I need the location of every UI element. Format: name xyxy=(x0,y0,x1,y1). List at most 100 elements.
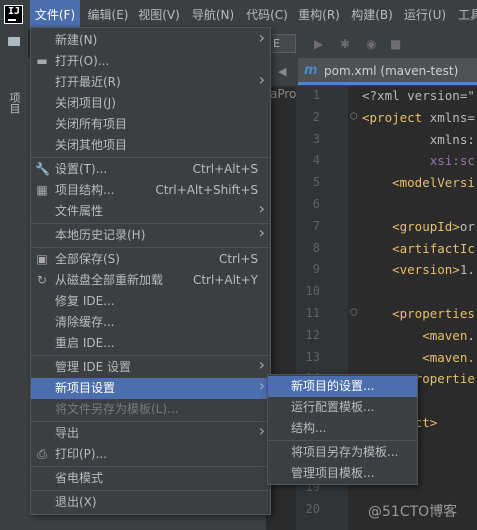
line-number: 8 xyxy=(312,240,320,255)
submenu-item-label: 结构... xyxy=(291,421,327,435)
code-line: <modelVersi xyxy=(362,175,475,190)
menubar-item-6[interactable]: 构建(B) xyxy=(348,0,396,30)
reload-icon: ↻ xyxy=(36,273,48,287)
code-token: or xyxy=(459,218,475,234)
file-menu-item[interactable]: 导出 › xyxy=(31,423,270,444)
menu-item-label: 项目结构... xyxy=(55,183,115,197)
menubar-item-4[interactable]: 代码(C) xyxy=(243,0,291,30)
submenu-item-label: 运行配置模板... xyxy=(291,400,375,414)
file-menu-item[interactable]: ↻ 从磁盘全部重新加载 Ctrl+Alt+Y xyxy=(31,270,270,291)
debug-icon[interactable]: ✱ xyxy=(340,37,350,51)
file-menu-item[interactable]: 管理 IDE 设置 › xyxy=(31,357,270,378)
menubar-item-0[interactable]: 文件(F) xyxy=(30,0,80,30)
submenu-item[interactable]: 结构... xyxy=(268,418,417,439)
menubar-item-5[interactable]: 重构(R) xyxy=(295,0,343,30)
menu-item-label: 管理 IDE 设置 xyxy=(55,360,131,374)
file-menu-item[interactable]: 新建(N) › xyxy=(31,30,270,51)
line-number: 10 xyxy=(305,284,320,299)
folder-open-icon: ▬ xyxy=(36,54,48,68)
line-number: 11 xyxy=(305,306,320,320)
line-number: 6 xyxy=(312,197,320,211)
code-line: xsi:sc xyxy=(362,153,475,168)
stop-icon[interactable]: ■ xyxy=(390,37,401,51)
file-menu-item[interactable]: 🔧 设置(T)... Ctrl+Alt+S xyxy=(31,159,270,180)
chevron-right-icon: › xyxy=(258,70,265,89)
run-icon[interactable]: ▶ xyxy=(314,37,323,51)
fold-marker-icon[interactable]: ⬡ xyxy=(350,308,358,318)
file-menu-item[interactable]: 本地历史记录(H) › xyxy=(31,225,270,246)
menu-item-label: 将文件另存为模板(L)... xyxy=(55,402,179,416)
file-menu-item[interactable]: 清除缓存... xyxy=(31,312,270,333)
main-menubar: IJ 文件(F) 编辑(E) 视图(V) 导航(N) 代码(C) 重构(R) 构建(B) 运行… xyxy=(0,0,477,30)
code-token: xmlns: xyxy=(362,131,475,147)
maven-file-icon: m xyxy=(304,63,318,78)
file-menu-item[interactable]: 退出(X) xyxy=(31,492,270,513)
menu-item-shortcut: Ctrl+S xyxy=(218,252,258,266)
project-toolwindow-label[interactable]: 项目 xyxy=(6,92,22,114)
file-menu: 新建(N) › ▬ 打开(O)... 打开最近(R) › 关闭项目(J) 关闭所有项目 关闭其他… xyxy=(30,27,271,515)
menu-item-label: 从磁盘全部重新加载 xyxy=(55,273,164,287)
menu-separator xyxy=(268,440,417,441)
submenu-item-label: 新项目的设置... xyxy=(291,379,375,393)
code-token: <groupId> xyxy=(362,218,460,234)
file-menu-item[interactable]: 关闭项目(J) xyxy=(31,93,270,114)
menu-item-label: 打开(O)... xyxy=(55,54,110,68)
line-number: 12 xyxy=(305,327,320,342)
code-line: <?xml version=" xyxy=(362,88,475,103)
new-project-settings-submenu: 新项目的设置... 运行配置模板... 结构... 将项目另存为模板... 管理项目模板… xyxy=(267,374,418,485)
menu-item-label: 打印(P)... xyxy=(55,447,108,461)
line-number: 20 xyxy=(305,502,320,517)
coverage-icon[interactable]: ◉ xyxy=(366,37,376,51)
submenu-item[interactable]: 管理项目模板... xyxy=(268,463,417,484)
file-menu-item[interactable]: ⎙ 打印(P)... xyxy=(31,444,270,465)
file-menu-item[interactable]: 打开最近(R) › xyxy=(31,72,270,93)
menu-item-label: 新建(N) xyxy=(55,33,98,47)
menubar-item-7[interactable]: 运行(U) xyxy=(401,0,449,30)
line-number: 4 xyxy=(312,153,320,168)
file-menu-item[interactable]: ▦ 项目结构... Ctrl+Alt+Shift+S xyxy=(31,180,270,201)
tab-label: pom.xml (maven-test) xyxy=(324,64,459,78)
code-line: xmlns: xyxy=(362,132,475,147)
file-menu-item[interactable]: 修复 IDE... xyxy=(31,291,270,312)
menu-item-label: 重启 IDE... xyxy=(55,336,115,350)
submenu-item[interactable]: 将项目另存为模板... xyxy=(268,442,417,463)
menubar-item-1[interactable]: 编辑(E) xyxy=(84,0,132,30)
line-number: 9 xyxy=(312,262,320,277)
file-menu-item[interactable]: ▣ 全部保存(S) Ctrl+S xyxy=(31,249,270,270)
code-line: <artifactIc xyxy=(362,241,475,256)
code-token: xmlns= xyxy=(429,109,475,125)
file-menu-item[interactable]: 关闭其他项目 xyxy=(31,135,270,156)
menu-item-label: 本地历史记录(H) xyxy=(55,228,146,242)
line-number: 3 xyxy=(312,131,320,146)
menubar-item-2[interactable]: 视图(V) xyxy=(135,0,183,30)
folder-icon[interactable] xyxy=(8,37,20,46)
submenu-item[interactable]: 新项目的设置... xyxy=(268,376,417,397)
menu-item-shortcut: Ctrl+Alt+Y xyxy=(192,273,258,287)
submenu-item-label: 管理项目模板... xyxy=(291,466,375,480)
menu-item-label: 清除缓存... xyxy=(55,315,115,329)
menubar-item-8[interactable]: 工具 xyxy=(455,0,477,30)
watermark: @51CTO博客 xyxy=(368,504,458,520)
submenu-item[interactable]: 运行配置模板... xyxy=(268,397,417,418)
tab-scroll-left-icon[interactable]: ◀ xyxy=(278,65,286,78)
file-menu-item[interactable]: 新项目设置 › xyxy=(31,378,270,399)
menu-separator xyxy=(31,157,270,158)
menu-separator xyxy=(31,247,270,248)
file-menu-item[interactable]: 关闭所有项目 xyxy=(31,114,270,135)
file-menu-item[interactable]: 省电模式 xyxy=(31,468,270,489)
file-menu-item[interactable]: 重启 IDE... xyxy=(31,333,270,354)
file-menu-item[interactable]: ▬ 打开(O)... xyxy=(31,51,270,72)
menu-separator xyxy=(31,355,270,356)
tab-pom-xml[interactable]: m pom.xml (maven-test) xyxy=(298,58,477,85)
code-line: <properties xyxy=(362,306,475,321)
file-menu-item[interactable]: 文件属性 › xyxy=(31,201,270,222)
code-line: <project xmlns= xyxy=(362,110,475,125)
menu-item-label: 导出 xyxy=(55,426,80,440)
fold-marker-icon[interactable]: ⬡ xyxy=(350,112,358,122)
code-token: <?xml version=" xyxy=(362,88,475,103)
project-tree-partial: aPro xyxy=(270,87,297,101)
left-tool-strip: 项目 xyxy=(0,30,29,530)
line-number: 13 xyxy=(305,349,320,364)
menu-item-label: 文件属性 xyxy=(55,204,104,218)
menubar-item-3[interactable]: 导航(N) xyxy=(188,0,238,30)
